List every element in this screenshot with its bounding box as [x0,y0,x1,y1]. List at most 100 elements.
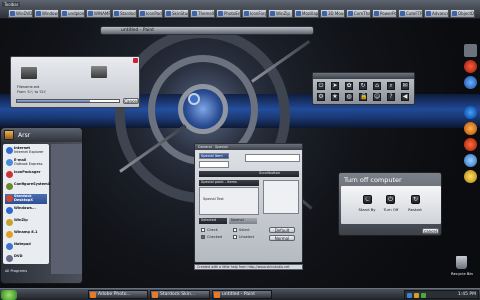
start-menu-item[interactable]: DVD [5,254,47,264]
quicklaunch-label: ComThanks ... [354,11,371,16]
back-icon[interactable]: ◀ [401,93,409,101]
quicklaunch-label: PhotoEngin... [224,11,241,16]
quicklaunch-button[interactable]: Windows [34,9,59,18]
dock-icon[interactable] [464,60,477,73]
standby-button[interactable]: ⏾ [363,195,372,204]
quicklaunch-button[interactable]: Stardock D... [112,9,137,18]
default-button[interactable]: Default [269,227,295,233]
tab-special[interactable]: Special [215,145,228,149]
top-toolbar: Toolbar WinDVD Windows undplomer WINAMP Star… [0,0,480,19]
start-menu-item[interactable]: Winamp 8.1 [5,230,47,240]
start-button[interactable] [1,290,17,300]
quicklaunch-button[interactable]: undplomer [60,9,85,18]
start-menu-item[interactable]: Notepad [5,242,47,252]
start-menu-item[interactable]: Windows... [5,206,47,216]
quicklaunch-button[interactable]: 3D Mouse [320,9,345,18]
program-subtitle: Outlook Express [14,162,43,166]
quicklaunch-button[interactable]: IconPackager [138,9,163,18]
pointer-icon[interactable]: ➤ [331,82,339,90]
dock-icon[interactable] [464,76,477,89]
program-icon [6,195,13,202]
unselect-checkbox[interactable] [233,235,237,239]
window-title: untitled - Paint [121,28,154,33]
cancel-button[interactable]: Cancel [123,98,139,104]
copy-dialog: Filename.ext From 'C:\' to 'D:\' Cancel [10,56,140,108]
flower-icon[interactable]: ✿ [345,82,353,90]
user-icon[interactable]: ☺ [373,93,381,101]
checked-checkbox[interactable] [201,235,205,239]
quicklaunch-button[interactable]: CuteFTPro [398,9,423,18]
dock-icon[interactable] [464,122,477,135]
start-menu-item[interactable]: Internet Internet Explorer [5,146,47,156]
recycle-bin[interactable]: Recycle Bin [447,256,477,284]
normal-button[interactable]: Normal [269,235,295,241]
scrollbutton-bar[interactable]: Scrollbutton [199,171,299,177]
taskbar-button[interactable]: Stardock Skin... [150,290,210,299]
quicklaunch-button[interactable]: ObjectDock [450,9,475,18]
lock-icon[interactable]: 🔒 [359,93,367,101]
taskbar-button[interactable]: untitled - Paint [212,290,272,299]
app-icon [192,11,197,16]
app-icon [244,11,249,16]
program-icon [6,207,13,214]
all-programs-button[interactable]: All Programs [3,269,49,275]
globe-icon[interactable]: ◍ [345,93,353,101]
check-checkbox[interactable] [201,228,205,232]
dock-icon[interactable] [464,106,477,119]
list-field[interactable] [245,154,300,162]
subtab-normal[interactable]: Normal [229,218,257,224]
close-icon[interactable] [133,58,138,63]
quicklaunch-button[interactable]: WinZip [268,9,293,18]
quicklaunch-button[interactable]: WinDVD [8,9,33,18]
star-icon[interactable]: ★ [331,93,339,101]
turnoff-cancel-button[interactable]: cancel [422,228,439,234]
gear-icon[interactable]: ⚙ [317,93,325,101]
start-menu-item[interactable]: Stardock DesktopX [5,194,47,204]
subtab-selected[interactable]: Selected [199,218,227,224]
search-icon[interactable]: ⌕ [387,82,395,90]
power-icon[interactable]: ⏻ [317,82,325,90]
start-menu-header: Arsr [1,128,82,142]
app-icon [374,11,379,16]
quicklaunch-button[interactable]: ThemeXP [190,9,215,18]
paint-window-titlebar[interactable]: untitled - Paint [100,26,314,35]
dock-icon[interactable] [464,170,477,183]
start-menu-item[interactable]: IconPackager [5,170,47,180]
quicklaunch-button[interactable]: WINAMP [86,9,111,18]
turnoff-button[interactable]: ⏻ [386,195,395,204]
restart-label: Restart [408,207,422,212]
quicklaunch-label: Stardock D... [120,11,137,16]
quicklaunch-button[interactable]: IconForge [242,9,267,18]
help-icon[interactable]: ? [387,93,395,101]
quicklaunch-label: IconPackager [146,11,162,16]
tray-icon[interactable] [421,293,426,298]
tray-icon[interactable] [407,293,412,298]
quicklaunch-label: 3D Mouse [328,11,344,16]
item-text-field[interactable] [199,161,229,168]
refresh-icon[interactable]: ↻ [359,82,367,90]
app-icon [140,11,145,16]
start-menu-item[interactable]: E-mail Outlook Express [5,158,47,168]
select-checkbox[interactable] [233,228,237,232]
start-menu-item[interactable]: WinZip [5,218,47,228]
quicklaunch-button[interactable]: PowerPoint [372,9,397,18]
quicklaunch-button[interactable]: SkinStudio [164,9,189,18]
dock-icon[interactable] [464,138,477,151]
system-tray: 1:45 PM [404,290,479,299]
restart-button[interactable]: ↻ [411,195,420,204]
tray-icon[interactable] [414,293,419,298]
start-menu-item[interactable]: ConfigureSystemXP [5,182,53,192]
taskbar-button[interactable]: Adobe Photo... [88,290,148,299]
quicklaunch-label: SkinStudio [172,11,188,16]
quicklaunch-button[interactable]: Advanced [424,9,449,18]
house-icon[interactable]: ⌂ [373,82,381,90]
dock-icon[interactable] [464,44,477,57]
quicklaunch-button[interactable]: ComThanks ... [346,9,371,18]
side-list[interactable] [263,180,299,214]
app-icon [90,292,96,298]
dock-icon[interactable] [464,154,477,167]
tab-general[interactable]: General [198,145,212,149]
mail-icon[interactable]: ✉ [401,82,409,90]
quicklaunch-button[interactable]: Mozillapgnp [294,9,319,18]
quicklaunch-button[interactable]: PhotoEngin... [216,9,241,18]
